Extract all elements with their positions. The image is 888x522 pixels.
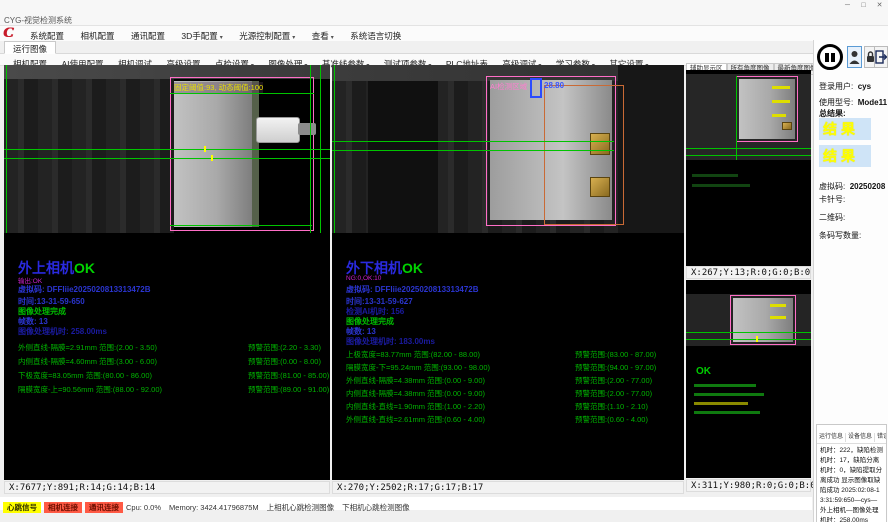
exit-button[interactable] bbox=[874, 46, 888, 68]
warning-range: 预警范围:(2.00 - 77.00) bbox=[575, 375, 652, 386]
thumb1-coordbar: X:267;Y:13;R:0;G:0;B:0 bbox=[686, 266, 811, 279]
camera-mid-proc-time: 图像处理机时: 183.00ms bbox=[346, 336, 435, 347]
warning-range: 预警范围:(2.00 - 77.00) bbox=[575, 388, 652, 399]
warning-range: 预警范围:(1.10 - 2.10) bbox=[575, 401, 648, 412]
thumb1-image bbox=[686, 70, 811, 266]
tab-strip bbox=[0, 41, 888, 54]
measurement-row: 隔膜宽度-上=90.56mm 范围:(88.00 - 92.00) bbox=[18, 384, 162, 395]
comm-link-badge: 通讯连接 bbox=[85, 502, 123, 513]
result-badge-1: 结果 bbox=[819, 118, 871, 140]
thumb2-coordbar: X:311;Y:980;R:0;G:0;B:0 bbox=[686, 479, 811, 492]
warning-range: 预警范围:(83.00 - 87.00) bbox=[575, 349, 656, 360]
window-title: CYG-视觉检测系统 bbox=[4, 15, 72, 26]
thumb2-ok-text: OK bbox=[696, 366, 711, 377]
minimize-icon[interactable]: ─ bbox=[840, 0, 855, 11]
app-window: CYG-视觉检测系统 ─ □ ✕ C 系统配置 相机配置 通讯配置 3D手配置▾… bbox=[0, 0, 888, 522]
result-badge-2: 结果 bbox=[819, 145, 871, 167]
camera-mid-coordbar: X:270;Y:2502;R:17;G:17;B:17 bbox=[332, 481, 684, 494]
thumb2-panel[interactable]: OK bbox=[686, 280, 811, 478]
threshold-overlay-label: 固定阈值:93, 动态阈值:100 bbox=[174, 82, 263, 93]
memory-usage: Memory: 3424.41796875M bbox=[169, 502, 259, 513]
measurement-row: 隔膜宽度-下=95.24mm 范围:(93.00 - 98.00) bbox=[346, 362, 490, 373]
warning-range: 预警范围:(89.00 - 91.00) bbox=[248, 384, 329, 395]
close-icon[interactable]: ✕ bbox=[872, 0, 887, 11]
heartbeat-badge: 心跳信号 bbox=[3, 502, 41, 513]
ai-marker-value: 28.80 bbox=[544, 81, 564, 90]
info-tabs: 运行信息设备信息错误信息 bbox=[817, 425, 886, 444]
cpu-usage: Cpu: 0.0% bbox=[126, 502, 161, 513]
camera-left-coordbar: X:7677;Y:891;R:14;G:14;B:14 bbox=[4, 481, 330, 494]
measurement-row: 上极宽度=83.77mm 范围:(82.00 - 88.00) bbox=[346, 349, 480, 360]
ai-region-label: AI检测区域 bbox=[490, 81, 527, 92]
measurement-row: 内侧直线-直线=1.90mm 范围:(1.00 - 2.20) bbox=[346, 401, 485, 412]
titlebar bbox=[0, 0, 888, 26]
thumb1-panel[interactable] bbox=[686, 70, 811, 266]
camera-left-barcode: 虚拟码: DFFIiie2025020813313472B bbox=[18, 284, 151, 295]
warning-range: 预警范围:(0.00 - 8.00) bbox=[248, 356, 321, 367]
login-user-value: cys bbox=[858, 82, 871, 91]
pause-icon bbox=[831, 53, 835, 62]
maximize-icon[interactable]: □ bbox=[856, 0, 871, 11]
measurement-row: 外侧直线-隔膜=4.38mm 范围:(0.00 - 9.00) bbox=[346, 375, 485, 386]
status-bar: 心跳信号相机连接通讯连接Cpu: 0.0% Memory: 3424.417968… bbox=[0, 497, 812, 510]
camera-mid-image: 28.80 AI检测区域 bbox=[332, 65, 684, 233]
measurement-row: 内侧直线-隔膜=4.60mm 范围:(3.00 - 6.00) bbox=[18, 356, 157, 367]
pause-button[interactable] bbox=[817, 44, 843, 70]
user-button[interactable] bbox=[847, 46, 862, 68]
measurement-row: 下极宽度=83.05mm 范围:(80.00 - 86.00) bbox=[18, 370, 152, 381]
lower-cam-heartbeat: 下相机心跳检测图像 bbox=[342, 502, 410, 513]
model-label: 使用型号: bbox=[819, 98, 853, 107]
logout-icon bbox=[875, 47, 887, 67]
connector-object bbox=[256, 117, 300, 143]
info-log-text: 机时：222，缺陷检测机时：17，缺陷分离机时：0，缺陷提取分离成功 显示图像取… bbox=[817, 444, 886, 522]
warning-range: 预警范围:(0.60 - 4.00) bbox=[575, 414, 648, 425]
camera-left-proc-time: 图像处理机时: 258.00ms bbox=[18, 326, 107, 337]
user-icon bbox=[848, 47, 861, 67]
qrcode-row: 二维码: bbox=[819, 212, 845, 223]
tab-run-info[interactable]: 运行信息 bbox=[817, 433, 846, 442]
measurement-row: 外侧直线-隔膜=2.91mm 范围:(2.00 - 3.50) bbox=[18, 342, 157, 353]
measurement-row: 内侧直线-隔膜=4.38mm 范围:(0.00 - 9.00) bbox=[346, 388, 485, 399]
model-value[interactable]: Mode11 bbox=[858, 98, 887, 107]
camera-mid-output: NG:0,OK:10 bbox=[346, 275, 381, 282]
right-control-panel: 登录用户: cys 使用型号: Mode11 总结果: 结果 结果 虚拟码: 2… bbox=[813, 40, 888, 522]
card-pin-row: 卡针号: bbox=[819, 194, 845, 205]
warning-range: 预警范围:(94.00 - 97.00) bbox=[575, 362, 656, 373]
warning-range: 预警范围:(81.00 - 85.00) bbox=[248, 370, 329, 381]
camera-left-panel[interactable]: 固定阈值:93, 动态阈值:100 外上相机OK 输出:OK 虚拟码: DFFI… bbox=[4, 65, 330, 480]
camera-left-image: 固定阈值:93, 动态阈值:100 bbox=[4, 65, 330, 233]
thumb2-image: OK bbox=[686, 280, 811, 478]
ai-marker-rect bbox=[530, 78, 542, 98]
camera-mid-panel[interactable]: 28.80 AI检测区域 外下相机OK NG:0,OK:10 虚拟码: DFFI… bbox=[332, 65, 684, 480]
thumb-tabs: 辅助显示区所有角度图像最新角度图像 bbox=[686, 57, 811, 69]
pause-icon bbox=[825, 53, 829, 62]
warning-range: 预警范围:(2.20 - 3.30) bbox=[248, 342, 321, 353]
virtual-code-row: 虚拟码: 20250208 bbox=[819, 176, 885, 194]
login-user-label: 登录用户: bbox=[819, 82, 853, 91]
measurement-row: 外侧直线-直线=2.61mm 范围:(0.60 - 4.00) bbox=[346, 414, 485, 425]
tab-device-info[interactable]: 设备信息 bbox=[846, 433, 875, 442]
status-ok: OK bbox=[402, 260, 423, 276]
app-logo-icon: C bbox=[3, 26, 21, 42]
camera-link-badge: 相机连接 bbox=[44, 502, 82, 513]
info-box: 运行信息设备信息错误信息 机时：222，缺陷检测机时：17，缺陷分离机时：0，缺… bbox=[816, 424, 887, 522]
menu-items: 系统配置 相机配置 通讯配置 3D手配置▾ 光源控制配置▾ 查看▾ 系统语言切换 bbox=[24, 26, 407, 41]
upper-cam-heartbeat: 上相机心跳检测图像 bbox=[267, 502, 335, 513]
tab-error-info[interactable]: 错误信息 bbox=[875, 433, 886, 442]
barcode-write-count-row: 条码写数量: bbox=[819, 230, 861, 241]
virtual-code-value: 20250208 bbox=[850, 182, 886, 191]
tab-run-image[interactable]: 运行图像 bbox=[4, 41, 56, 54]
camera-mid-barcode: 虚拟码: DFFIiie2025020813313472B bbox=[346, 284, 479, 295]
status-ok: OK bbox=[74, 260, 95, 276]
